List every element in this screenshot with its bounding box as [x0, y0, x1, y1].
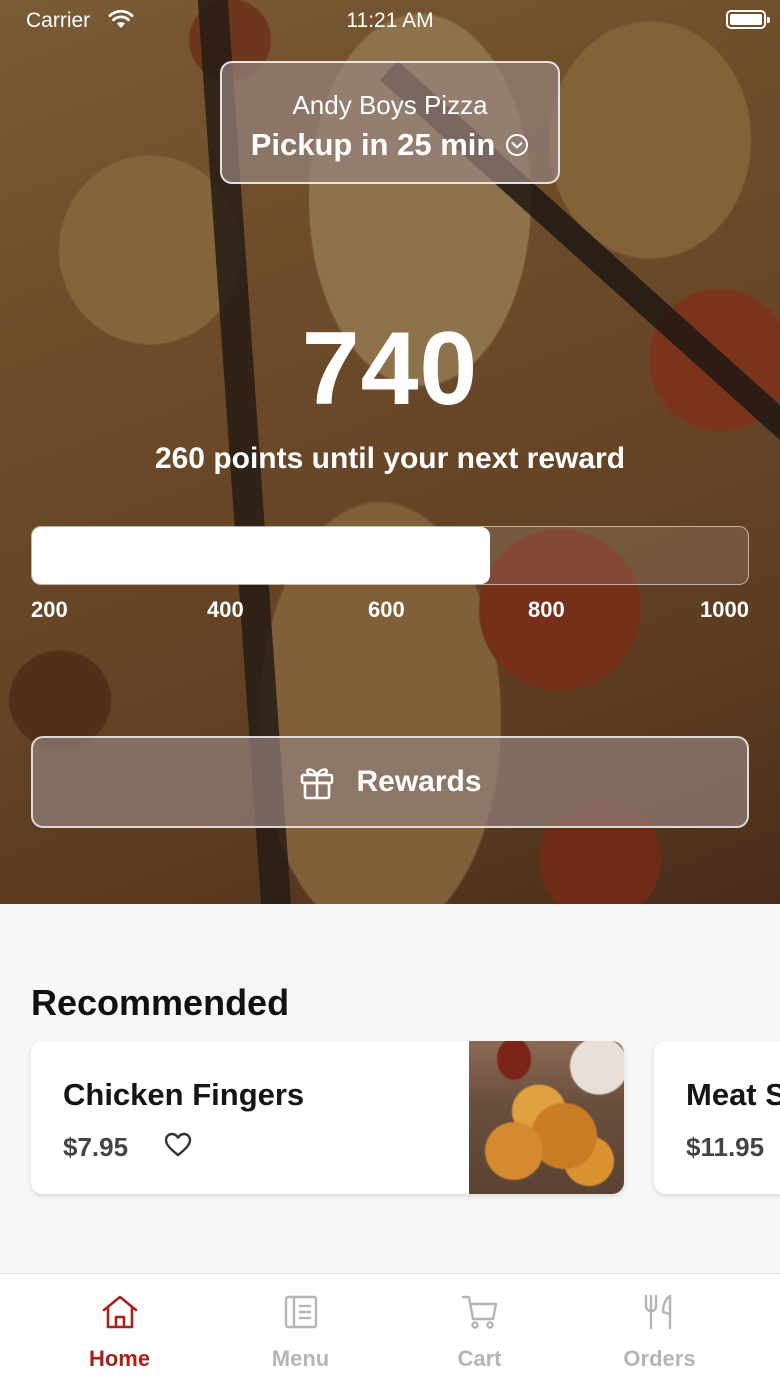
product-price: $11.95: [686, 1132, 765, 1162]
tick-label: 800: [528, 597, 565, 622]
gift-icon: [301, 768, 334, 800]
product-name: Meat S: [686, 1077, 780, 1112]
heart-icon[interactable]: [163, 1130, 193, 1160]
progress-ticks: 200 400 600 800 1000: [31, 597, 749, 625]
rewards-button-label: Rewards: [356, 765, 482, 798]
tab-cart[interactable]: Cart: [382, 1274, 577, 1387]
menu-icon: [284, 1295, 318, 1329]
product-card[interactable]: Meat S $11.95: [654, 1041, 780, 1194]
orders-icon: [644, 1294, 672, 1330]
battery-icon: [726, 10, 770, 29]
tick-label: 1000: [700, 597, 749, 622]
rewards-progress-bar: [31, 526, 749, 585]
points-until-reward: 260 points until your next reward: [154, 442, 626, 475]
tick-label: 400: [207, 597, 244, 622]
hero-banner: Carrier 11:21 AM Andy Boys Pizza Pickup …: [0, 0, 780, 904]
product-card[interactable]: Chicken Fingers $7.95: [31, 1041, 624, 1194]
tab-label: Home: [88, 1346, 151, 1371]
rewards-progress-fill: [32, 527, 491, 584]
clock: 11:21 AM: [346, 9, 434, 32]
rewards-button[interactable]: Rewards: [31, 736, 749, 828]
product-price: $7.95: [63, 1132, 129, 1162]
points-balance: 740: [301, 311, 479, 427]
tab-label: Cart: [457, 1346, 502, 1371]
tab-menu[interactable]: Menu: [203, 1274, 398, 1387]
tab-orders[interactable]: Orders: [562, 1274, 757, 1387]
section-title-recommended: Recommended: [31, 982, 290, 1023]
store-name: Andy Boys Pizza: [292, 90, 488, 120]
tab-home[interactable]: Home: [22, 1274, 217, 1387]
status-bar: Carrier 11:21 AM: [0, 0, 780, 40]
pickup-time: Pickup in 25 min: [251, 127, 530, 163]
product-image-chicken-fingers: [469, 1041, 624, 1194]
cart-icon: [461, 1295, 498, 1329]
store-selector-button[interactable]: Andy Boys Pizza Pickup in 25 min: [220, 61, 560, 184]
product-name: Chicken Fingers: [63, 1077, 305, 1112]
home-screen: Carrier 11:21 AM Andy Boys Pizza Pickup …: [0, 0, 780, 1387]
chevron-down-circle-icon: [506, 134, 529, 156]
tab-bar: Home Menu Cart Orders: [0, 1273, 780, 1387]
tick-label: 600: [368, 597, 405, 622]
tick-label: 200: [31, 597, 68, 622]
tab-label: Orders: [623, 1346, 696, 1371]
tab-label: Menu: [271, 1346, 330, 1371]
home-icon: [102, 1295, 138, 1329]
